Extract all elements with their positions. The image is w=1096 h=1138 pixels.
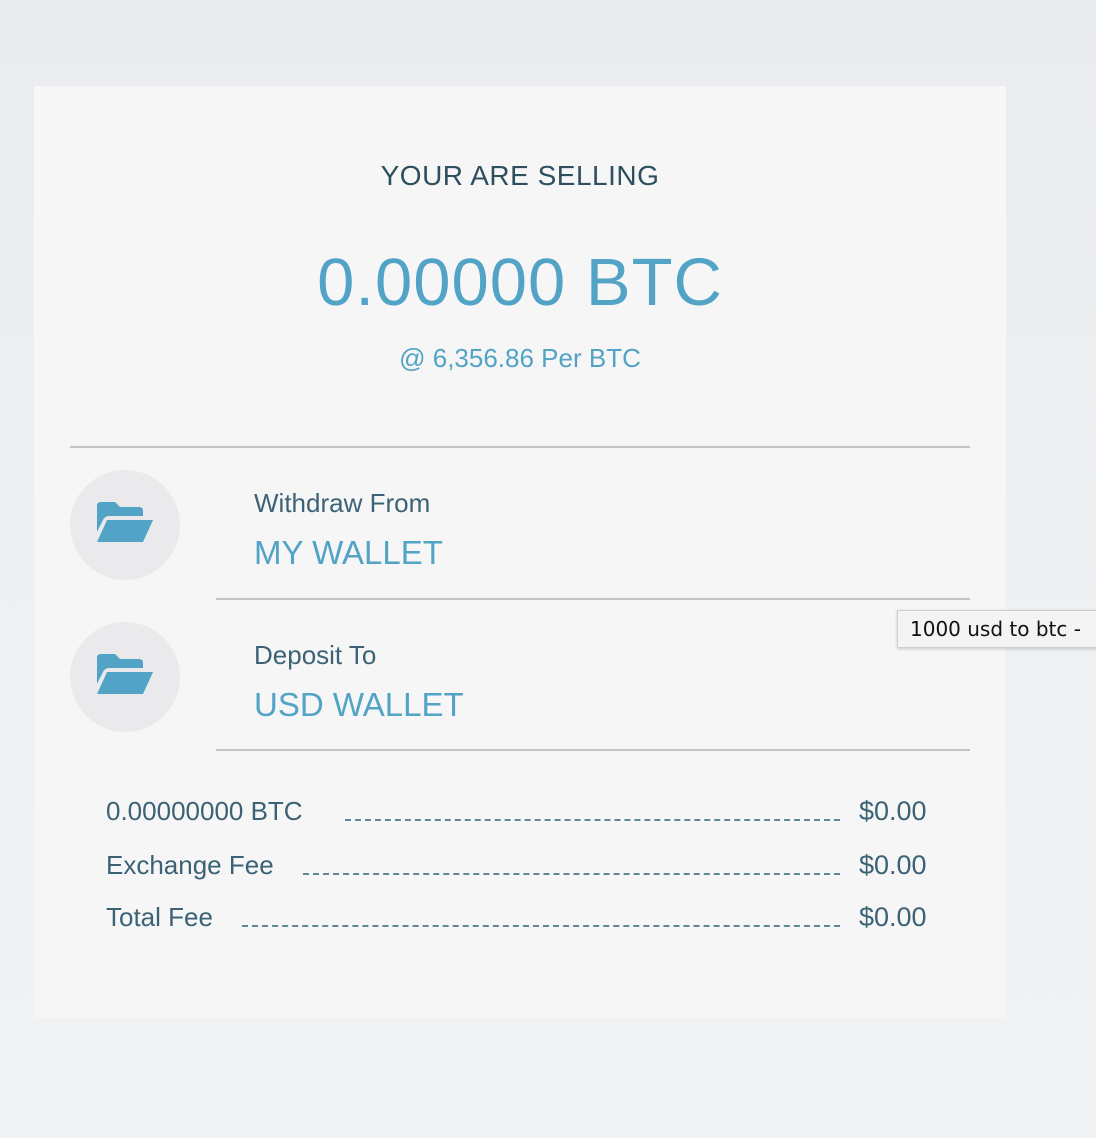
btc-amount-label: 0.00000000 BTC [106,796,303,826]
deposit-to-wallet[interactable]: USD WALLET [254,686,464,724]
browser-tooltip: 1000 usd to btc - [897,610,1096,648]
exchange-rate: @ 6,356.86 Per BTC [399,343,641,373]
leader-dots [345,819,840,821]
total-fee-label: Total Fee [106,902,213,932]
top-divider [70,446,970,448]
leader-dots [303,873,840,875]
withdraw-icon-circle[interactable] [70,470,180,580]
total-fee-value: $0.00 [859,902,927,932]
exchange-fee-value: $0.00 [859,850,927,880]
sell-amount: 0.00000 BTC [317,245,723,320]
folder-open-icon [97,502,153,542]
deposit-to-label: Deposit To [254,640,377,670]
withdraw-from-label: Withdraw From [254,488,431,518]
deposit-icon-circle[interactable] [70,622,180,732]
exchange-fee-label: Exchange Fee [106,850,274,880]
summary-divider [216,749,970,751]
leader-dots [242,925,840,927]
folder-open-icon [97,654,153,694]
btc-amount-value: $0.00 [859,796,927,826]
page-title: YOUR ARE SELLING [380,160,660,191]
accounts-divider [216,598,970,600]
withdraw-from-wallet[interactable]: MY WALLET [254,534,443,572]
